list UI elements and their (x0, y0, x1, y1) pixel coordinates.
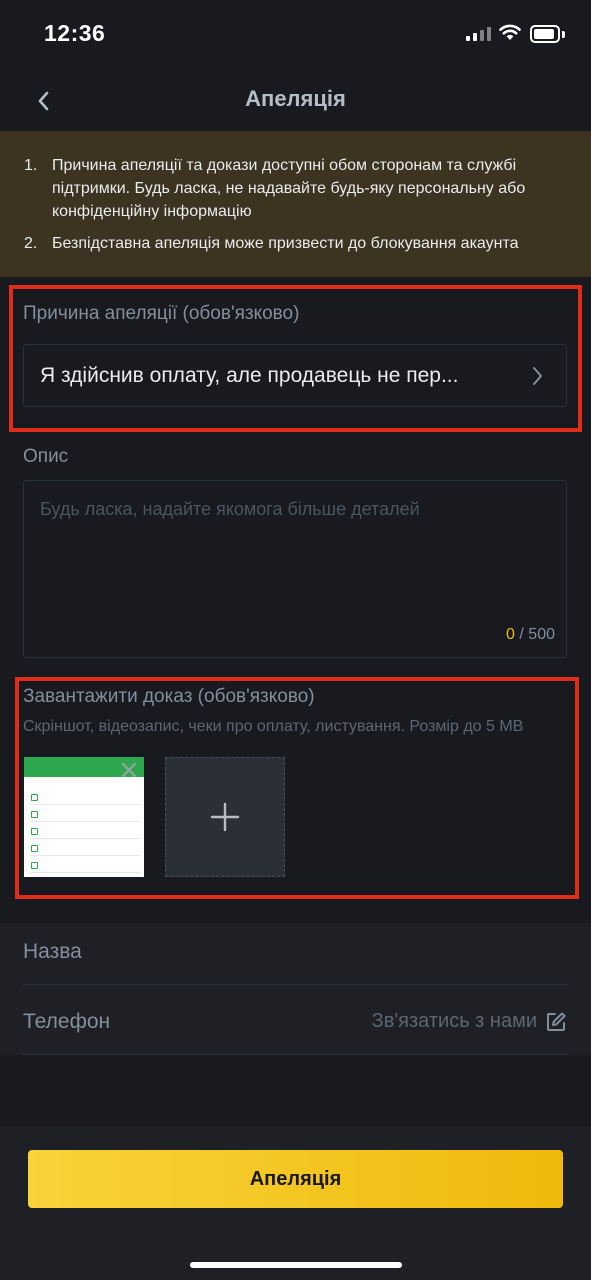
notice-text: Причина апеляції та докази доступні обом… (52, 157, 526, 220)
char-max: / 500 (519, 626, 555, 643)
upload-label: Завантажити доказ (обов'язково) (23, 686, 315, 707)
notice-banner: 1. Причина апеляції та докази доступні о… (0, 131, 591, 277)
add-evidence-button[interactable] (165, 757, 285, 877)
notice-text: Безпідставна апеляція може призвести до … (52, 235, 519, 252)
thumbnail-row (30, 825, 140, 839)
uploaded-screenshot-thumbnail[interactable] (24, 757, 144, 877)
reason-select[interactable]: Я здійснив оплату, але продавець не пер.… (23, 344, 567, 407)
reason-label: Причина апеляції (обов'язково) (23, 303, 300, 324)
close-icon[interactable] (118, 759, 140, 781)
phone-label: Телефон (23, 1010, 111, 1033)
notice-number: 1. (24, 157, 38, 174)
home-indicator (190, 1262, 402, 1268)
battery-icon (530, 25, 560, 43)
description-field[interactable]: 0 / 500 (23, 480, 567, 658)
thumbnail-row (30, 791, 140, 805)
edit-icon (547, 1011, 566, 1031)
notice-item: 2. Безпідставна апеляція може призвести … (24, 232, 564, 255)
reason-value: Я здійснив оплату, але продавець не пер.… (40, 364, 459, 387)
upload-hint: Скріншот, відеозапис, чеки про оплату, л… (23, 718, 524, 735)
plus-icon (210, 802, 240, 832)
thumbnail-row (30, 808, 140, 822)
page-title: Апеляція (245, 86, 346, 111)
status-time: 12:36 (44, 20, 106, 46)
contact-info-section: Назва Телефон (0, 923, 591, 1055)
contact-us-label: Зв'язатись з нами (371, 1010, 537, 1032)
battery-cap (562, 31, 565, 38)
chevron-right-icon (533, 367, 542, 385)
signal-icon (466, 27, 491, 41)
notice-item: 1. Причина апеляції та докази доступні о… (24, 154, 564, 223)
thumbnail-row (30, 842, 140, 856)
divider (23, 1054, 568, 1055)
contact-us-link[interactable]: Зв'язатись з нами (372, 1010, 567, 1033)
name-label: Назва (23, 940, 82, 963)
wifi-icon (498, 23, 522, 46)
description-label: Опис (23, 446, 69, 467)
notice-number: 2. (24, 235, 38, 252)
submit-appeal-button[interactable]: Апеляція (28, 1150, 563, 1208)
thumbnail-row (30, 859, 140, 873)
char-count: 0 (506, 626, 515, 643)
char-counter: 0 / 500 (506, 626, 555, 644)
divider (23, 984, 568, 985)
description-input[interactable] (40, 499, 545, 619)
